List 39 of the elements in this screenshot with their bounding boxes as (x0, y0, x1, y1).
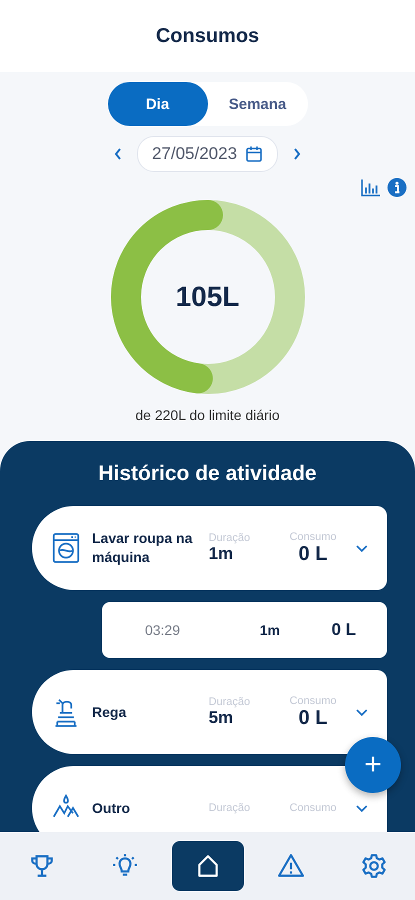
consumption-label: Consumo (289, 530, 337, 542)
bar-chart-icon[interactable] (361, 178, 381, 197)
period-tab[interactable]: Semana (208, 82, 308, 126)
duration-value: 5m (208, 708, 234, 728)
duration-value: 1m (208, 544, 234, 564)
duration-label: Duração (208, 532, 252, 544)
nav-button[interactable] (172, 841, 244, 891)
info-icon[interactable] (387, 178, 407, 197)
calendar-icon (245, 145, 264, 163)
washing-machine-icon (52, 531, 80, 565)
activity-card[interactable]: Rega Duração 5m Consumo 0 L (32, 670, 387, 754)
date-field[interactable]: 27/05/2023 (136, 136, 278, 172)
duration-label: Duração (208, 696, 252, 708)
page-title: Consumos (156, 24, 260, 48)
session-consumption: 0 L (330, 620, 356, 640)
consumption-amount: 0 L (298, 706, 328, 730)
activity-name: Lavar roupa na máquina (92, 529, 194, 567)
activity-name: Rega (92, 702, 128, 722)
light-bulb-icon (112, 853, 138, 879)
next-icon[interactable] (292, 146, 302, 162)
chevron-icon[interactable] (355, 803, 369, 813)
previous-icon[interactable] (112, 146, 123, 162)
chevron-icon[interactable] (355, 707, 369, 717)
consumption-amount: 0 L (298, 542, 328, 566)
warning-icon (278, 853, 304, 879)
history-title: Histórico de atividade (98, 462, 317, 486)
period-tab[interactable]: Dia (108, 82, 208, 126)
chevron-icon[interactable] (355, 543, 369, 553)
activity-card[interactable]: Lavar roupa na máquina Duração 1m Consumo 0 L (32, 506, 387, 590)
consumption-label: Consumo (289, 802, 337, 814)
limit-caption: de 220L do limite diário (135, 407, 280, 423)
consumption-value: 105L (176, 281, 240, 313)
session-time: 03:29 (144, 622, 180, 638)
activity-name: Outro (92, 798, 132, 818)
trophy-icon (28, 853, 54, 879)
session-duration: 1m (258, 622, 280, 638)
duration-label: Duração (208, 802, 252, 814)
settings-icon (360, 853, 386, 879)
consumption-label: Consumo (289, 694, 337, 706)
